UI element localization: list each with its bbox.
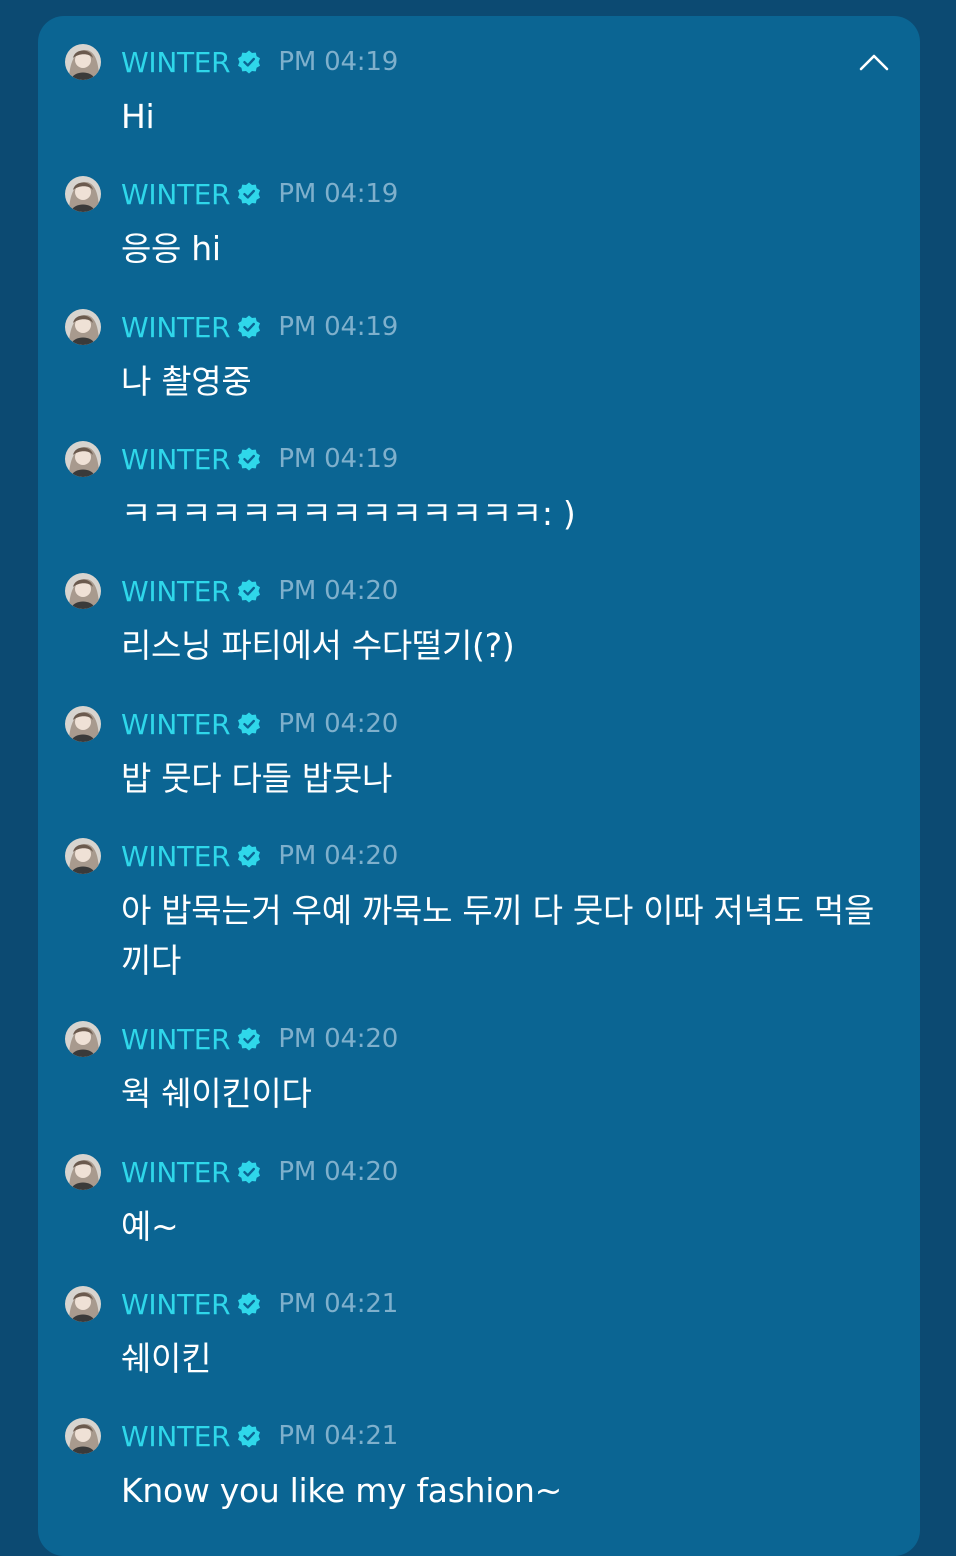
avatar[interactable]	[65, 838, 101, 874]
sender-name[interactable]: WINTER	[121, 1420, 231, 1453]
sender-name[interactable]: WINTER	[121, 1156, 231, 1189]
avatar[interactable]	[65, 176, 101, 212]
verified-badge-icon	[238, 315, 261, 339]
sender-name[interactable]: WINTER	[121, 311, 231, 344]
collapse-button[interactable]	[854, 46, 894, 78]
message-text: 예~	[121, 1207, 179, 1246]
sender-name[interactable]: WINTER	[121, 178, 231, 211]
timestamp: PM 04:21	[278, 1421, 399, 1451]
verified-badge-icon	[238, 182, 261, 206]
verified-badge-icon	[238, 447, 261, 471]
message-text: 리스닝 파티에서 수다떨기(?)	[121, 626, 515, 665]
verified-badge-icon	[238, 579, 261, 603]
message-text: Know you like my fashion~	[121, 1471, 562, 1510]
message-text: 쉐이킨	[121, 1339, 212, 1378]
timestamp: PM 04:19	[278, 179, 399, 209]
verified-badge-icon	[238, 1292, 261, 1316]
sender-name[interactable]: WINTER	[121, 1288, 231, 1321]
verified-badge-icon	[238, 844, 261, 868]
timestamp: PM 04:19	[278, 444, 399, 474]
chevron-up-icon	[859, 54, 889, 71]
avatar[interactable]	[65, 706, 101, 742]
avatar[interactable]	[65, 44, 101, 80]
timestamp: PM 04:20	[278, 709, 399, 739]
sender-name[interactable]: WINTER	[121, 575, 231, 608]
sender-name[interactable]: WINTER	[121, 1023, 231, 1056]
avatar[interactable]	[65, 309, 101, 345]
verified-badge-icon	[238, 1424, 261, 1448]
timestamp: PM 04:21	[278, 1289, 399, 1319]
message-text: ㅋㅋㅋㅋㅋㅋㅋㅋㅋㅋㅋㅋㅋㅋ: )	[121, 494, 576, 533]
timestamp: PM 04:19	[278, 312, 399, 342]
verified-badge-icon	[238, 1027, 261, 1051]
timestamp: PM 04:19	[278, 47, 399, 77]
avatar[interactable]	[65, 1286, 101, 1322]
timestamp: PM 04:20	[278, 841, 399, 871]
verified-badge-icon	[238, 50, 261, 74]
timestamp: PM 04:20	[278, 576, 399, 606]
avatar[interactable]	[65, 1154, 101, 1190]
avatar[interactable]	[65, 441, 101, 477]
chat-panel: WINTER PM 04:19 Hi WINTER PM 04:19 응응 hi…	[38, 16, 920, 1556]
sender-name[interactable]: WINTER	[121, 708, 231, 741]
avatar[interactable]	[65, 573, 101, 609]
message-text: 아 밥묵는거 우예 까묵노 두끼 다 뭇다 이따 저녁도 먹을끼다	[121, 891, 875, 980]
sender-name[interactable]: WINTER	[121, 443, 231, 476]
message-text: 나 촬영중	[121, 362, 252, 401]
message-text: 밥 뭇다 다들 밥뭇나	[121, 759, 393, 798]
avatar[interactable]	[65, 1021, 101, 1057]
avatar[interactable]	[65, 1418, 101, 1454]
timestamp: PM 04:20	[278, 1157, 399, 1187]
message-text: Hi	[121, 97, 155, 136]
verified-badge-icon	[238, 712, 261, 736]
sender-name[interactable]: WINTER	[121, 840, 231, 873]
message-text: 응응 hi	[121, 229, 221, 268]
verified-badge-icon	[238, 1160, 261, 1184]
sender-name[interactable]: WINTER	[121, 46, 231, 79]
message-text: 웍 쉐이킨이다	[121, 1074, 312, 1113]
timestamp: PM 04:20	[278, 1024, 399, 1054]
